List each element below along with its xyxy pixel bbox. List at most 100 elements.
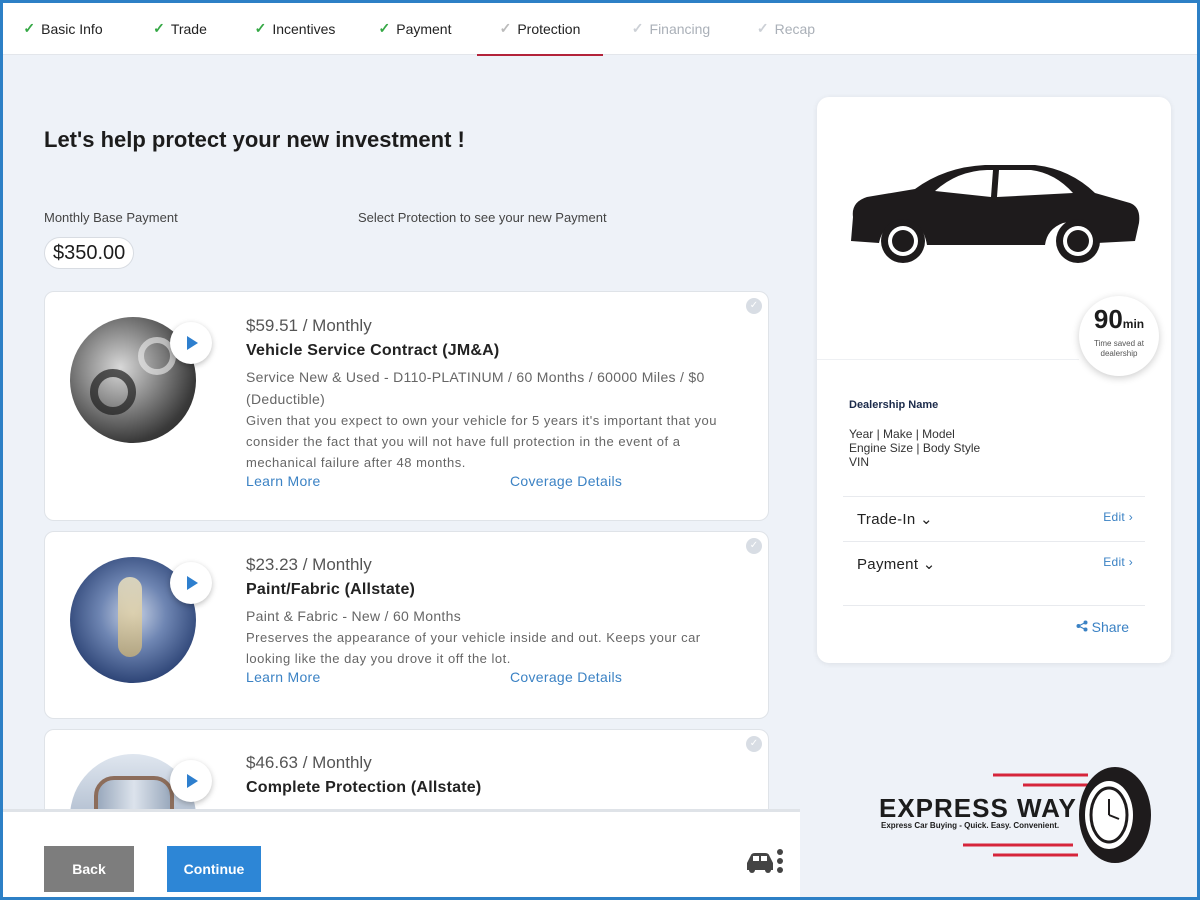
step-label: Payment	[396, 20, 452, 37]
base-payment-value: $350.00	[44, 237, 135, 269]
check-icon: ✓	[499, 20, 512, 36]
base-payment-label: Monthly Base Payment	[44, 210, 178, 225]
time-saved-caption: Time saved at dealership	[1094, 339, 1144, 358]
product-links: Learn More Coverage Details	[246, 473, 746, 495]
step-basic-info[interactable]: ✓ Basic Info	[3, 3, 123, 55]
play-icon	[187, 774, 198, 788]
chevron-down-icon: ⌄	[922, 556, 936, 573]
play-icon	[187, 576, 198, 590]
time-saved-number: 90	[1093, 304, 1123, 334]
logo-wordmark: EXPRESS WAY	[879, 793, 1077, 823]
time-saved-unit: min	[1122, 317, 1145, 331]
step-protection[interactable]: ✓ Protection	[477, 3, 603, 56]
product-title: Paint/Fabric (Allstate)	[246, 581, 416, 598]
check-icon: ✓	[254, 20, 267, 36]
product-body: $23.23 / Monthly Paint/Fabric (Allstate)…	[246, 555, 746, 691]
product-body: $59.51 / Monthly Vehicle Service Contrac…	[246, 316, 746, 495]
product-links: Learn More Coverage Details	[246, 669, 746, 691]
select-check-icon[interactable]: ✓	[746, 298, 762, 314]
check-icon: ✓	[756, 20, 769, 36]
select-protection-hint: Select Protection to see your new Paymen…	[358, 210, 607, 225]
protection-list: ✓ $59.51 / Monthly Vehicle Service Contr…	[44, 291, 770, 809]
step-label: Incentives	[272, 20, 336, 37]
product-title: Vehicle Service Contract (JM&A)	[246, 342, 500, 359]
play-icon	[187, 336, 198, 350]
continue-button[interactable]: Continue	[167, 846, 261, 892]
share-label: Share	[1091, 619, 1129, 635]
play-video-button[interactable]	[170, 322, 212, 364]
share-icon	[1076, 620, 1088, 632]
check-icon: ✓	[153, 20, 165, 36]
paint-splash-shape	[118, 577, 142, 657]
check-icon: ✓	[23, 20, 36, 36]
select-check-icon[interactable]: ✓	[746, 538, 762, 554]
trade-in-label: Trade-In	[857, 511, 916, 528]
deal-summary-panel: 90min Time saved at dealership Dealershi…	[817, 97, 1171, 663]
step-trade[interactable]: ✓ Trade	[123, 3, 237, 55]
trade-in-edit-link[interactable]: Edit ›	[1103, 510, 1133, 524]
page-title: Let's help protect your new investment !	[44, 127, 465, 152]
vehicle-year-make-model: Year | Make | Model	[849, 427, 955, 441]
payment-dropdown[interactable]: Payment ⌄	[857, 555, 936, 573]
car-silhouette-icon	[851, 165, 1140, 263]
learn-more-link[interactable]: Learn More	[246, 669, 321, 685]
trade-in-dropdown[interactable]: Trade-In ⌄	[857, 510, 933, 528]
price-amount: $46.63	[246, 753, 298, 772]
price-amount: $23.23	[246, 555, 298, 574]
vehicle-vin: VIN	[849, 455, 870, 469]
price-period: / Monthly	[302, 555, 372, 574]
play-video-button[interactable]	[170, 562, 212, 604]
chevron-down-icon: ⌄	[920, 511, 933, 528]
payment-edit-link[interactable]: Edit ›	[1103, 555, 1133, 569]
product-card-complete-protection[interactable]: ✓ $46.63 / Monthly Complete Protection (…	[44, 729, 769, 809]
product-price: $23.23 / Monthly	[246, 555, 746, 575]
product-plan: Paint & Fabric - New / 60 Months	[246, 608, 462, 624]
check-icon: ✓	[378, 20, 391, 36]
summary-divider	[817, 359, 1079, 360]
product-card-service-contract[interactable]: ✓ $59.51 / Monthly Vehicle Service Contr…	[44, 291, 769, 521]
product-title: Complete Protection (Allstate)	[246, 779, 482, 796]
product-description: Preserves the appearance of your vehicle…	[246, 630, 701, 666]
back-button[interactable]: Back	[44, 846, 134, 892]
step-recap[interactable]: ✓ Recap	[739, 3, 833, 55]
step-label: Basic Info	[41, 20, 103, 37]
section-divider	[843, 496, 1145, 497]
logo-tagline: Express Car Buying - Quick. Easy. Conven…	[881, 821, 1060, 830]
coverage-details-link[interactable]: Coverage Details	[510, 669, 622, 685]
step-label: Protection	[517, 20, 581, 37]
section-divider	[843, 605, 1145, 606]
shield-shape	[94, 776, 174, 809]
time-saved-value: 90min	[1079, 306, 1159, 337]
progress-stepper: ✓ Basic Info ✓ Trade ✓ Incentives ✓ Paym…	[3, 3, 1197, 56]
step-label: Trade	[170, 20, 207, 37]
dealership-name: Dealership Name	[849, 399, 939, 411]
vehicle-engine-body: Engine Size | Body Style	[849, 441, 981, 455]
price-period: / Monthly	[302, 316, 372, 335]
product-price: $46.63 / Monthly	[246, 753, 746, 773]
product-card-paint-fabric[interactable]: ✓ $23.23 / Monthly Paint/Fabric (Allstat…	[44, 531, 769, 719]
price-amount: $59.51	[246, 316, 298, 335]
payment-label: Payment	[857, 556, 919, 573]
coverage-details-link[interactable]: Coverage Details	[510, 473, 622, 489]
product-body: $46.63 / Monthly Complete Protection (Al…	[246, 753, 746, 797]
share-button[interactable]: Share	[1076, 619, 1129, 635]
step-payment[interactable]: ✓ Payment	[353, 3, 477, 55]
step-label: Recap	[774, 20, 816, 37]
vehicle-details: Year | Make | Model Engine Size | Body S…	[849, 427, 980, 469]
step-incentives[interactable]: ✓ Incentives	[237, 3, 353, 55]
section-divider	[843, 541, 1145, 542]
product-plan: Service New & Used - D110-PLATINUM / 60 …	[246, 369, 705, 407]
product-description: Given that you expect to own your vehicl…	[246, 413, 717, 470]
learn-more-link[interactable]: Learn More	[246, 473, 321, 489]
expressway-logo: EXPRESS WAY Express Car Buying - Quick. …	[873, 763, 1163, 868]
check-icon: ✓	[631, 20, 644, 36]
step-financing[interactable]: ✓ Financing	[603, 3, 739, 55]
play-video-button[interactable]	[170, 760, 212, 802]
engine-gear-shape	[90, 369, 136, 415]
time-saved-badge: 90min Time saved at dealership	[1079, 296, 1159, 376]
select-check-icon[interactable]: ✓	[746, 736, 762, 752]
step-label: Financing	[649, 20, 711, 37]
car-menu-icon[interactable]	[743, 845, 787, 877]
app-frame: ✓ Basic Info ✓ Trade ✓ Incentives ✓ Paym…	[0, 0, 1200, 900]
product-price: $59.51 / Monthly	[246, 316, 746, 336]
